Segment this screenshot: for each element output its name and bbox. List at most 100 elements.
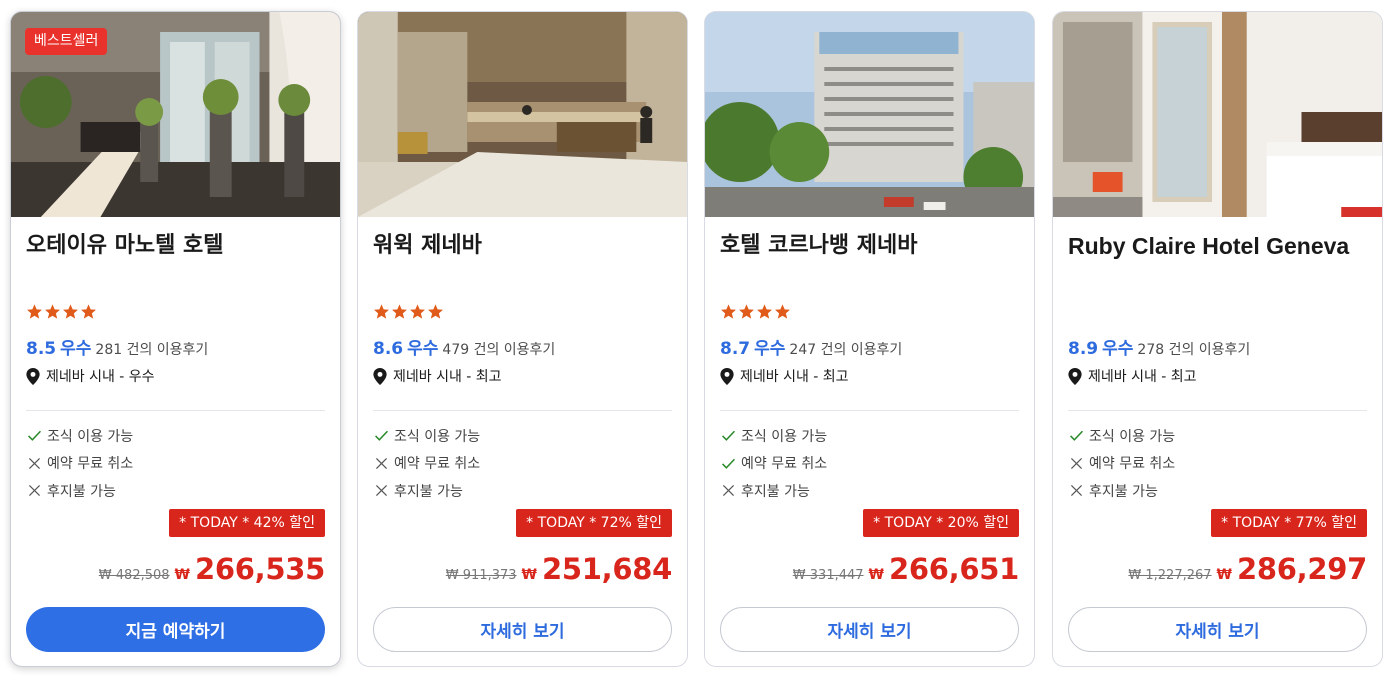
price: ₩ 482,508 ₩ 266,535 — [98, 552, 326, 586]
hotel-name[interactable]: Ruby Claire Hotel Geneva — [1068, 231, 1368, 261]
cross-icon — [375, 485, 388, 497]
view-details-button[interactable]: 자세히 보기 — [720, 607, 1019, 652]
star-rating — [26, 303, 97, 321]
discount-badge: * TODAY * 20% 할인 — [863, 509, 1019, 537]
amenity-item: 후지불 가능 — [720, 477, 827, 505]
review-count: 281 건의 이용후기 — [95, 342, 209, 358]
original-price: ₩ 331,447 — [792, 568, 864, 583]
currency-symbol: ₩ — [868, 567, 884, 583]
amenity-item: 조식 이용 가능 — [1068, 422, 1175, 450]
review-score-label: 우수 — [407, 339, 439, 359]
amenity-label: 예약 무료 취소 — [1089, 456, 1176, 473]
amenity-label: 예약 무료 취소 — [394, 456, 481, 473]
star-icon — [45, 304, 60, 319]
amenity-item: 조식 이용 가능 — [720, 422, 827, 450]
price: ₩ 911,373 ₩ 251,684 — [445, 552, 673, 586]
star-rating — [720, 303, 791, 321]
divider — [26, 410, 325, 411]
amenity-list: 조식 이용 가능 예약 무료 취소 후지불 가능 — [720, 422, 827, 505]
price: ₩ 331,447 ₩ 266,651 — [792, 552, 1020, 586]
hotel-name[interactable]: 호텔 코르나뱅 제네바 — [720, 231, 1020, 261]
amenity-label: 조식 이용 가능 — [394, 428, 481, 445]
check-icon — [375, 430, 389, 442]
map-pin-icon — [720, 367, 734, 385]
map-pin-icon — [1068, 367, 1082, 385]
check-icon — [722, 458, 736, 469]
cross-icon — [1070, 485, 1083, 497]
currency-symbol: ₩ — [1216, 567, 1232, 583]
cross-icon — [722, 485, 735, 497]
hotel-card[interactable]: 호텔 코르나뱅 제네바 8.7 우수 247 건의 이용후기 제네바 시내 - 최고… — [704, 11, 1035, 667]
review-count: 479 건의 이용후기 — [442, 342, 556, 358]
star-icon — [81, 304, 96, 319]
star-rating — [373, 303, 444, 321]
amenity-item: 예약 무료 취소 — [26, 450, 133, 478]
discount-badge: * TODAY * 72% 할인 — [516, 509, 672, 537]
location: 제네바 시내 - 최고 — [720, 366, 849, 386]
review-summary: 8.6 우수 479 건의 이용후기 — [373, 334, 555, 359]
location: 제네바 시내 - 최고 — [1068, 366, 1197, 386]
star-icon — [739, 304, 754, 319]
amenity-item: 조식 이용 가능 — [373, 422, 480, 450]
check-icon — [722, 430, 736, 442]
star-icon — [63, 304, 78, 319]
star-icon — [374, 304, 389, 319]
discount-badge: * TODAY * 77% 할인 — [1211, 509, 1367, 537]
view-details-button[interactable]: 자세히 보기 — [1068, 607, 1367, 652]
sale-price: 266,535 — [195, 552, 325, 586]
book-now-button[interactable]: 지금 예약하기 — [26, 607, 325, 652]
star-icon — [392, 304, 407, 319]
discount-badge: * TODAY * 42% 할인 — [169, 509, 325, 537]
currency-symbol: ₩ — [521, 567, 537, 583]
hotel-photo-room[interactable] — [1053, 12, 1382, 217]
star-icon — [410, 304, 425, 319]
divider — [720, 410, 1019, 411]
amenity-label: 후지불 가능 — [47, 483, 116, 500]
sale-price: 266,651 — [889, 552, 1019, 586]
amenity-list: 조식 이용 가능 예약 무료 취소 후지불 가능 — [1068, 422, 1175, 505]
star-icon — [721, 304, 736, 319]
divider — [373, 410, 672, 411]
hotel-name[interactable]: 워윅 제네바 — [373, 231, 673, 261]
location: 제네바 시내 - 우수 — [26, 366, 155, 386]
hotel-card[interactable]: Ruby Claire Hotel Geneva 8.9 우수 278 건의 이용후… — [1052, 11, 1383, 667]
star-icon — [27, 304, 42, 319]
amenity-label: 조식 이용 가능 — [47, 428, 134, 445]
original-price: ₩ 911,373 — [445, 568, 517, 583]
amenity-list: 조식 이용 가능 예약 무료 취소 후지불 가능 — [26, 422, 133, 505]
hotel-name[interactable]: 오테이유 마노텔 호텔 — [26, 231, 326, 261]
check-icon — [1070, 430, 1084, 442]
cross-icon — [28, 457, 41, 469]
bestseller-badge: 베스트셀러 — [25, 28, 108, 55]
location-text: 제네바 시내 - 최고 — [740, 369, 849, 385]
hotel-card[interactable]: 베스트셀러 오테이유 마노텔 호텔 8.5 우수 281 건의 이용후기 제네바 시… — [10, 11, 341, 667]
review-score-label: 우수 — [754, 339, 786, 359]
amenity-list: 조식 이용 가능 예약 무료 취소 후지불 가능 — [373, 422, 480, 505]
check-icon — [28, 430, 42, 442]
amenity-label: 조식 이용 가능 — [741, 428, 828, 445]
review-summary: 8.9 우수 278 건의 이용후기 — [1068, 334, 1250, 359]
amenity-item: 후지불 가능 — [1068, 477, 1175, 505]
view-details-button[interactable]: 자세히 보기 — [373, 607, 672, 652]
location-text: 제네바 시내 - 우수 — [46, 369, 155, 385]
hotel-photo-building[interactable] — [705, 12, 1034, 217]
cross-icon — [1070, 457, 1083, 469]
original-price: ₩ 482,508 — [98, 568, 170, 583]
review-score: 8.6 — [373, 339, 404, 359]
review-count: 278 건의 이용후기 — [1137, 342, 1251, 358]
hotel-card[interactable]: 워윅 제네바 8.6 우수 479 건의 이용후기 제네바 시내 - 최고 조식 이… — [357, 11, 688, 667]
amenity-item: 조식 이용 가능 — [26, 422, 133, 450]
star-icon — [757, 304, 772, 319]
price: ₩ 1,227,267 ₩ 286,297 — [1128, 552, 1367, 586]
sale-price: 286,297 — [1237, 552, 1367, 586]
amenity-item: 예약 무료 취소 — [373, 450, 480, 478]
amenity-label: 예약 무료 취소 — [741, 456, 828, 473]
star-icon — [775, 304, 790, 319]
amenity-item: 예약 무료 취소 — [720, 450, 827, 478]
cross-icon — [375, 457, 388, 469]
amenity-label: 조식 이용 가능 — [1089, 428, 1176, 445]
location-text: 제네바 시내 - 최고 — [1088, 369, 1197, 385]
map-pin-icon — [26, 367, 40, 385]
hotel-photo-reception[interactable] — [358, 12, 687, 217]
review-score-label: 우수 — [1102, 339, 1134, 359]
